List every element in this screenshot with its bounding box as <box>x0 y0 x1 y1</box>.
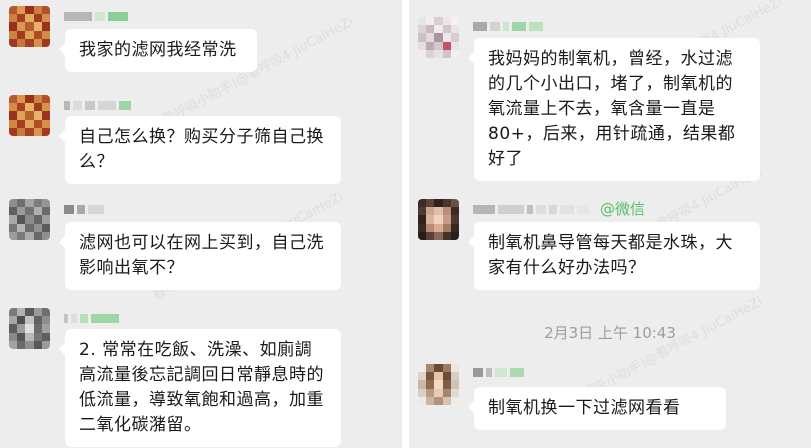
avatar[interactable] <box>9 308 50 349</box>
avatar[interactable] <box>418 17 459 58</box>
sender-name <box>473 21 543 31</box>
message-bubble[interactable]: 我妈妈的制氧机，曾经，水过滤的几个小出口，堵了，制氧机的氧流量上不去，氧含量一直… <box>468 38 760 181</box>
avatar[interactable] <box>9 6 50 47</box>
message-timestamp: 2月3日 上午 10:43 <box>544 324 676 342</box>
chat-pane-right: 看呼吸小助手)@看呼吸4 JiuCaiHeZi 看呼吸小助手)@看呼吸4 Jiu… <box>409 0 811 448</box>
message-bubble[interactable]: 制氧机鼻导管每天都是水珠，大家有什么好办法吗？ <box>468 222 760 290</box>
chat-pane-left: 看呼吸小助手)@看呼吸4 JiuCaiHeZi 看呼吸小助手)@看呼吸4 Jiu… <box>0 0 402 448</box>
message-bubble[interactable]: 我家的滤网我经常洗 <box>59 29 257 72</box>
avatar[interactable] <box>418 364 459 405</box>
wechat-source-tag: @微信 <box>600 199 646 218</box>
sender-name <box>64 204 104 214</box>
message-bubble[interactable]: 制氧机换一下过滤网看看 <box>468 387 726 430</box>
pane-divider <box>402 0 409 448</box>
avatar[interactable] <box>418 199 459 240</box>
sender-name <box>64 313 119 323</box>
avatar[interactable] <box>9 199 50 240</box>
avatar[interactable] <box>9 95 50 136</box>
message-bubble[interactable]: 2. 常常在吃飯、洗澡、如廁調高流量後忘記調回日常靜息時的低流量，導致氧飽和過高… <box>59 329 341 447</box>
message-bubble[interactable]: 自己怎么换？购买分子筛自己换么？ <box>59 116 341 184</box>
sender-name: @微信 <box>473 199 646 218</box>
sender-name <box>64 100 131 110</box>
sender-name <box>473 367 524 377</box>
sender-name <box>64 11 128 21</box>
message-bubble[interactable]: 滤网也可以在网上买到，自己洗影响出氧不？ <box>59 222 341 290</box>
